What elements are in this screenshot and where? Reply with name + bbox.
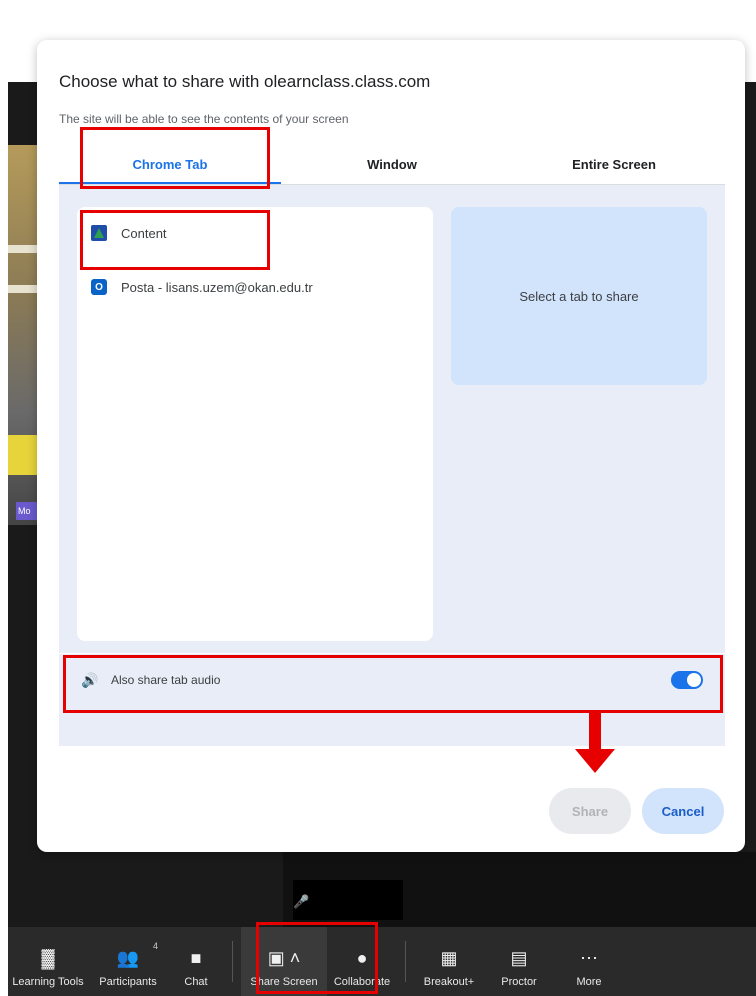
toolbar-separator — [232, 941, 233, 982]
more-icon: ⋯ — [580, 948, 598, 968]
participant-video-bottom: 🎤 — [283, 852, 756, 927]
highlight-share-screen — [256, 922, 378, 994]
dialog-subtitle: The site will be able to see the content… — [59, 112, 349, 126]
tab-entire-screen[interactable]: Entire Screen — [503, 148, 725, 184]
toolbar-chat[interactable]: ■ Chat — [168, 927, 224, 996]
highlight-chrome-tab — [80, 127, 270, 189]
video-shelf — [8, 245, 38, 253]
arrow-stem — [589, 713, 601, 749]
toolbar-more[interactable]: ⋯ More — [554, 927, 624, 996]
chat-icon: ■ — [190, 948, 202, 968]
cancel-button[interactable]: Cancel — [642, 788, 724, 834]
dialog-title: Choose what to share with olearnclass.cl… — [59, 72, 431, 91]
video-shelf — [8, 285, 38, 293]
share-button[interactable]: Share — [549, 788, 631, 834]
muted-mic-icon: 🎤 — [293, 894, 310, 909]
toolbar-learning-tools[interactable]: ▓ Learning Tools — [8, 927, 88, 996]
outlook-icon: O — [91, 279, 107, 295]
participant-video-left: Mo — [8, 145, 38, 525]
participant-count: 4 — [152, 941, 158, 951]
toolbar-participants[interactable]: 👥 4 Participants — [88, 927, 168, 996]
highlight-content-item — [80, 210, 270, 270]
toolbar-label: Chat — [184, 976, 208, 988]
tab-window[interactable]: Window — [281, 148, 503, 184]
toolbar-separator — [405, 941, 406, 982]
toolbar-label: Learning Tools — [12, 976, 84, 988]
list-item-posta[interactable]: O Posta - lisans.uzem@okan.edu.tr — [91, 275, 313, 299]
down-arrow-icon — [575, 749, 615, 773]
breakout-icon: ▦ — [440, 948, 458, 968]
video-object — [8, 435, 38, 475]
meeting-toolbar: ▓ Learning Tools 👥 4 Participants ■ Chat… — [8, 927, 756, 996]
tab-list: Content O Posta - lisans.uzem@okan.edu.t… — [77, 207, 433, 641]
video-tile — [293, 880, 403, 920]
toolbar-label: Participants — [99, 976, 157, 988]
highlight-audio-row — [63, 655, 723, 713]
list-item-label: Posta - lisans.uzem@okan.edu.tr — [121, 279, 313, 295]
tab-preview: Select a tab to share — [451, 207, 707, 385]
preview-placeholder: Select a tab to share — [519, 288, 639, 304]
participant-name-badge: Mo — [16, 502, 38, 520]
participants-icon: 👥 — [116, 948, 140, 968]
toolbar-label: Breakout+ — [423, 976, 475, 988]
toolbar-proctor[interactable]: ▤ Proctor — [484, 927, 554, 996]
page-left-margin — [0, 0, 8, 996]
toolbar-breakout[interactable]: ▦ Breakout+ — [414, 927, 484, 996]
toolbar-label: More — [576, 976, 602, 988]
learning-tools-icon: ▓ — [41, 948, 55, 968]
toolbar-label: Proctor — [501, 976, 537, 988]
proctor-icon: ▤ — [510, 948, 528, 968]
